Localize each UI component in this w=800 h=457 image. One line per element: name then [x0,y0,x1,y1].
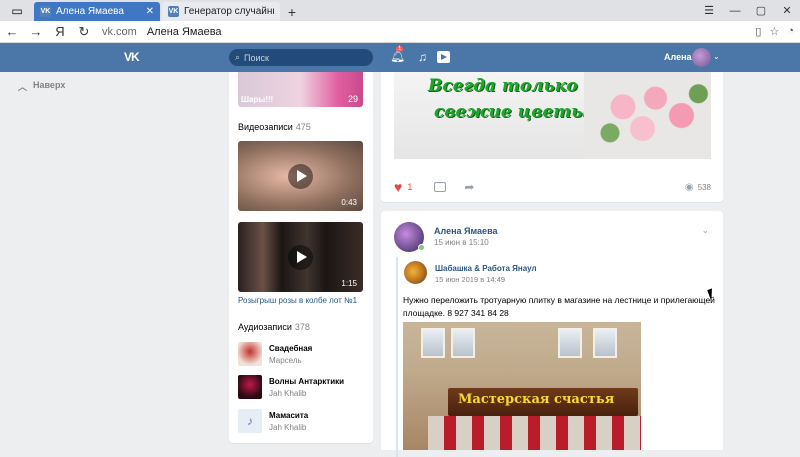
back-arrow-icon[interactable]: ← [0,24,24,39]
views-count: 538 [697,182,711,192]
window-shape [421,328,445,358]
post-date[interactable]: 15 июн в 15:10 [434,238,489,247]
awning [428,416,641,450]
track-cover[interactable] [238,342,262,366]
album-thumbnail[interactable]: Шары!!! 29 [238,72,363,107]
profile-column: Шары!!! 29 Видеозаписи 475 0:43 1:15 Розы… [229,72,373,443]
window-shape [593,328,617,358]
audio-track[interactable]: Свадебная Марсель [238,342,363,366]
vk-favicon-icon: VK [40,6,51,17]
videos-count: 475 [295,122,311,132]
online-indicator [418,244,425,251]
repost-avatar[interactable] [404,261,427,284]
album-count: 29 [347,94,358,104]
downloads-icon[interactable]: ◔ [787,25,794,38]
like-count: 1 [407,182,413,192]
video-thumbnail[interactable]: 1:15 [238,222,363,292]
url-field[interactable]: vk.com Алена Ямаева [102,26,222,38]
chevron-up-icon: ︿ [18,82,28,92]
close-tab-icon[interactable]: ✕ [146,6,154,17]
tab-random-generator[interactable]: VK Генератор случайных чисел [162,2,280,21]
like-heart-icon[interactable]: ♥ [394,179,402,195]
repost-divider [396,257,398,457]
track-artist[interactable]: Jah Khalib [269,389,344,398]
audio-count: 378 [294,322,310,332]
yandex-icon[interactable]: Я [48,24,72,39]
back-to-top-label: Наверх [33,80,66,90]
vk-header: VK ⌕ Поиск 🔔︎ 1 ♫ Алена ⌄ [0,43,800,72]
audio-track[interactable]: Волны Антарктики Jah Khalib [238,375,363,399]
new-tab-button[interactable]: + [282,2,302,21]
videos-section-title[interactable]: Видеозаписи 475 [238,122,311,132]
eye-icon: ◉ [684,181,694,193]
user-avatar[interactable] [692,48,711,67]
menu-icon[interactable]: ☰ [696,4,722,17]
window-shape [558,328,582,358]
back-to-top[interactable]: ︿ Наверх [18,80,65,93]
window-shape [451,328,475,358]
audio-track[interactable]: ♪ Мамасита Jah Khalib [238,409,363,433]
post-text: Нужно переложить тротуарную плитку в маг… [403,295,715,318]
video-duration: 1:15 [341,279,357,288]
extensions-icon[interactable]: ▯ [755,25,761,38]
search-input[interactable]: ⌕ Поиск [229,49,373,66]
album-caption: Шары!!! [241,95,274,104]
search-icon: ⌕ [235,52,241,62]
maximize-icon[interactable]: ▢ [748,4,774,17]
search-placeholder: Поиск [244,52,269,63]
address-bar: ← → Я ↻ vk.com Алена Ямаева ▯ ☆ ◔ [0,21,800,43]
minimize-icon[interactable]: — [722,5,748,17]
audio-section-title[interactable]: Аудиозаписи 378 [238,322,310,332]
video-duration: 0:43 [341,198,357,207]
comment-icon[interactable] [434,182,447,192]
tab-title: Генератор случайных чисел [184,6,274,17]
store-sign-text: Мастерская счастья [458,392,615,407]
tabs-menu-icon[interactable]: ▭ [0,0,34,21]
video-title-link[interactable]: Розыгрыш розы в колбе лот №1 [238,296,357,305]
videos-title: Видеозаписи [238,122,293,132]
url-page-title: Алена Ямаева [146,25,222,38]
repost-date[interactable]: 15 июн 2019 в 14:49 [435,275,505,284]
share-icon[interactable]: ➦ [464,180,474,194]
vk-favicon-icon: VK [168,6,179,17]
repost-author[interactable]: Шабашка & Работа Янаул [435,264,537,273]
reload-icon[interactable]: ↻ [72,24,96,40]
forward-arrow-icon[interactable]: → [24,24,48,39]
post-author[interactable]: Алена Ямаева [434,226,497,236]
url-domain: vk.com [102,25,137,38]
bookmark-icon[interactable]: ☆ [769,25,779,38]
feed-post: Всегда только свежие цветы ♥ 1 ➦ ◉ 538 [381,72,723,202]
banner-line-2: свежие цветы [434,102,589,122]
track-cover[interactable] [238,375,262,399]
notifications-icon[interactable]: 🔔︎ 1 [390,46,405,63]
post-menu-chevron-icon[interactable]: ⌄ [701,225,709,236]
close-window-icon[interactable]: ✕ [774,4,800,17]
tab-alena[interactable]: VK Алена Ямаева ✕ [34,2,160,21]
track-artist[interactable]: Jah Khalib [269,423,308,432]
vk-logo[interactable]: VK [124,50,146,64]
views: ◉ 538 [685,182,711,193]
feed-post: Алена Ямаева 15 июн в 15:10 ⌄ Шабашка & … [381,211,723,457]
music-note-icon[interactable]: ♪ [238,409,262,433]
browser-tab-strip: ▭ VK Алена Ямаева ✕ VK Генератор случайн… [0,0,800,21]
track-title: Мамасита [269,410,309,420]
roses-image [584,72,711,159]
notification-badge: 1 [396,46,404,52]
banner-line-1: Всегда только [428,76,578,96]
post-photo[interactable]: Мастерская счастья [403,322,641,450]
user-name[interactable]: Алена [664,52,692,62]
post-actions: ♥ 1 ➦ ◉ 538 [394,179,711,195]
track-title: Свадебная [269,343,313,353]
track-title: Волны Антарктики [269,376,345,386]
play-icon [288,245,313,270]
chevron-down-icon[interactable]: ⌄ [713,52,720,61]
play-icon [288,164,313,189]
music-icon[interactable]: ♫ [418,50,427,64]
video-thumbnail[interactable]: 0:43 [238,141,363,211]
tab-title: Алена Ямаева [56,6,124,17]
video-icon[interactable] [437,51,450,63]
track-artist[interactable]: Марсель [269,356,312,365]
post-image[interactable]: Всегда только свежие цветы [394,72,711,159]
audio-title: Аудиозаписи [238,322,292,332]
